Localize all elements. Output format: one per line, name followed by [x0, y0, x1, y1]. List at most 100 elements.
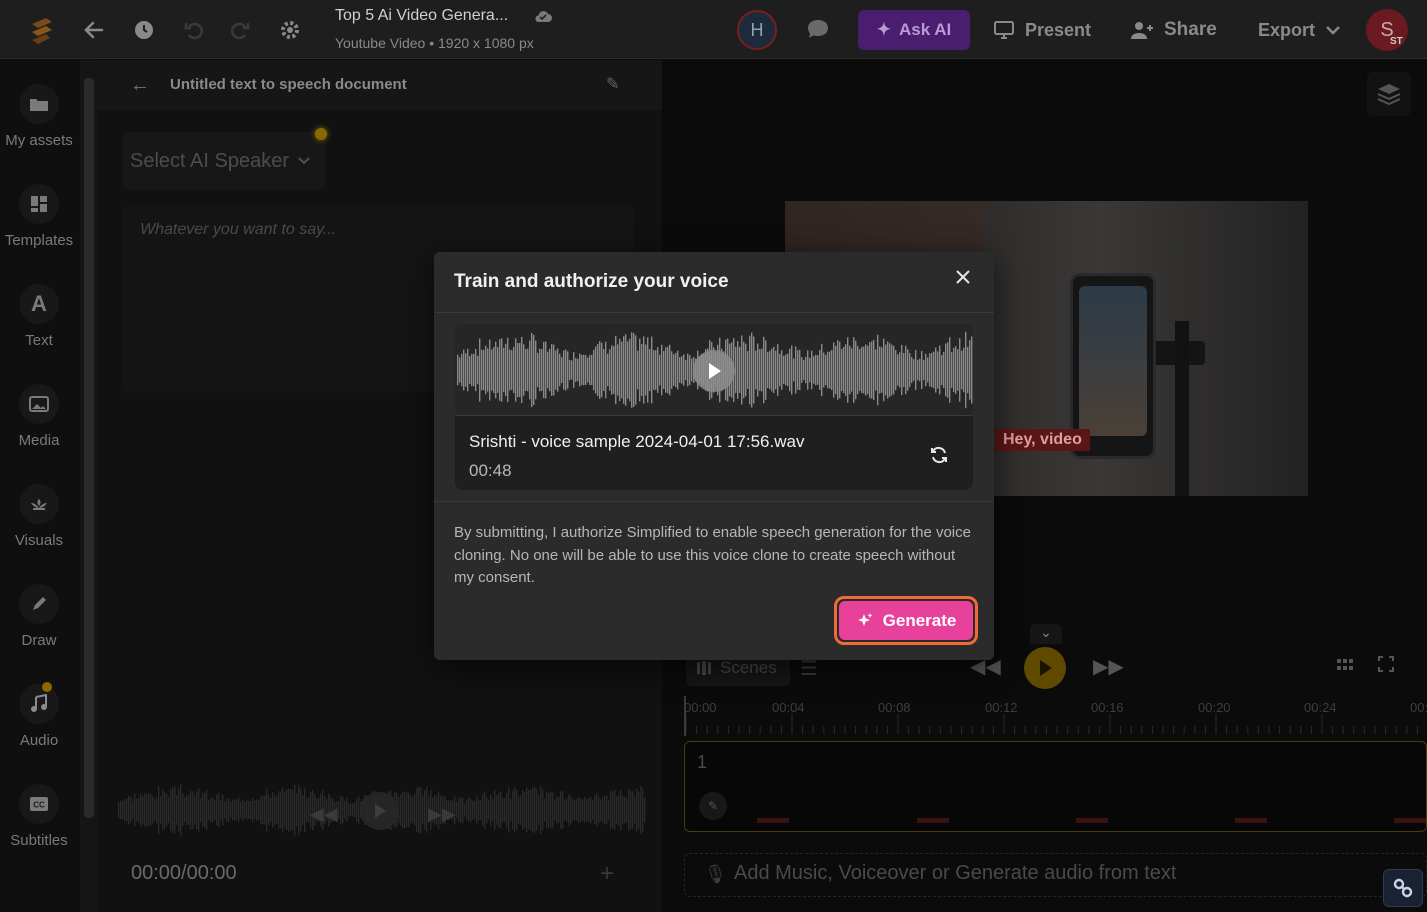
notification-dot [315, 128, 327, 140]
sidebar-item-audio[interactable]: Audio [0, 684, 78, 749]
waveform-bar [963, 347, 965, 393]
present-button[interactable]: Present [993, 10, 1091, 50]
scene-track[interactable] [684, 741, 1427, 832]
play-button[interactable] [1024, 647, 1066, 689]
waveform-bar [620, 789, 622, 831]
sidebar-item-visuals[interactable]: Visuals [0, 484, 78, 549]
waveform-bar [737, 341, 739, 399]
tts-rewind-icon[interactable]: ◀◀ [310, 804, 338, 825]
pencil-icon[interactable]: ✎ [606, 74, 619, 94]
waveform-bar [498, 792, 500, 828]
templates-icon [19, 184, 59, 224]
waveform-bar [266, 788, 268, 832]
waveform-bar [581, 354, 583, 386]
sidebar-item-draw[interactable]: Draw [0, 584, 78, 649]
sidebar-item-templates[interactable]: Templates [0, 184, 78, 249]
redo-icon[interactable] [224, 14, 256, 46]
waveform-bar [408, 792, 410, 828]
present-label: Present [1025, 19, 1092, 40]
waveform-bar [174, 786, 176, 834]
waveform-bar [967, 346, 969, 394]
tts-forward-icon[interactable]: ▶▶ [428, 804, 456, 825]
add-icon[interactable]: + [600, 860, 614, 888]
waveform-bar [462, 797, 464, 823]
waveform-bar [739, 346, 741, 394]
waveform-bar [474, 801, 476, 819]
generate-button[interactable]: Generate [839, 601, 973, 640]
video-caption[interactable]: Hey, video [995, 429, 1090, 451]
sidebar-item-my-assets[interactable]: My assets [0, 84, 78, 149]
grid-view-icon[interactable] [1337, 658, 1353, 676]
waveform-bar [641, 344, 643, 396]
waveform-bar [344, 801, 346, 819]
waveform-bar [132, 801, 134, 819]
waveform-bar [919, 358, 921, 382]
back-arrow-icon[interactable]: ← [130, 74, 150, 97]
waveform-bar [893, 345, 895, 395]
waveform-bar [472, 800, 474, 820]
waveform-bar [120, 800, 122, 820]
fast-forward-icon[interactable]: ▶▶ [1093, 654, 1124, 679]
waveform-bar [971, 336, 973, 404]
waveform-bar [532, 787, 534, 833]
waveform-bar [466, 799, 468, 821]
waveform-bar [895, 349, 897, 391]
waveform-bar [575, 358, 577, 382]
sidebar-item-text[interactable]: A Text [0, 284, 78, 349]
waveform-bar [523, 344, 525, 396]
waveform-bar [869, 342, 871, 398]
waveform-bar [941, 355, 943, 385]
waveform-bar [493, 346, 495, 394]
waveform-bar [587, 357, 589, 383]
waveform-bar [148, 793, 150, 827]
document-title[interactable]: Top 5 Ai Video Genera... [335, 7, 508, 25]
fullscreen-icon[interactable] [1378, 656, 1394, 677]
back-arrow-icon[interactable] [78, 14, 110, 46]
waveform-bar [618, 794, 620, 826]
waveform-bar [643, 336, 645, 404]
waveform-bar [515, 338, 517, 402]
export-dropdown[interactable]: Export [1258, 10, 1341, 50]
waveform-bar [490, 794, 492, 826]
collapse-timeline-chevron-icon[interactable]: ⌄ [1030, 624, 1062, 644]
sidebar-scroll-thumb[interactable] [84, 78, 94, 818]
sidebar-item-media[interactable]: Media [0, 384, 78, 449]
waveform-bar [152, 796, 154, 824]
waveform-bar [242, 799, 244, 821]
history-icon[interactable] [128, 14, 160, 46]
waveform-bar [592, 800, 594, 820]
simplified-logo[interactable] [26, 14, 58, 46]
scene-edit-icon[interactable]: ✎ [699, 792, 727, 820]
ai-speaker-select[interactable]: Select AI Speaker [122, 132, 326, 190]
waveform-bar [136, 798, 138, 822]
waveform-bar [236, 799, 238, 821]
waveform-bar [638, 791, 640, 829]
waveform-bar [491, 349, 493, 391]
waveform-bar [358, 796, 360, 824]
waveform-bar [517, 342, 519, 398]
collaborator-avatar[interactable]: H [737, 10, 777, 50]
waveform-bar [569, 359, 571, 381]
ask-ai-button[interactable]: ✦ Ask AI [858, 10, 970, 50]
waveform-bar [244, 801, 246, 819]
audio-track-label[interactable]: Add Music, Voiceover or Generate audio f… [734, 862, 1176, 885]
voice-sample-waveform[interactable] [455, 324, 973, 416]
image-icon [19, 384, 59, 424]
close-icon[interactable] [952, 266, 974, 288]
integrations-icon[interactable] [1383, 869, 1423, 907]
share-button[interactable]: Share [1130, 10, 1217, 50]
waveform-bar [278, 791, 280, 829]
waveform-bar [597, 343, 599, 397]
refresh-icon[interactable] [925, 441, 953, 469]
sidebar-item-subtitles[interactable]: CC Subtitles [0, 784, 78, 849]
waveform-bar [689, 354, 691, 386]
layers-icon[interactable] [1367, 72, 1411, 116]
waveform-bar [481, 349, 483, 391]
waveform-bar [863, 346, 865, 394]
chevron-down-icon [1326, 26, 1340, 35]
settings-gear-icon[interactable] [274, 14, 306, 46]
comments-icon[interactable] [803, 14, 833, 44]
play-sample-button[interactable] [693, 350, 735, 392]
undo-icon[interactable] [178, 14, 210, 46]
tts-play-button[interactable] [361, 792, 399, 830]
